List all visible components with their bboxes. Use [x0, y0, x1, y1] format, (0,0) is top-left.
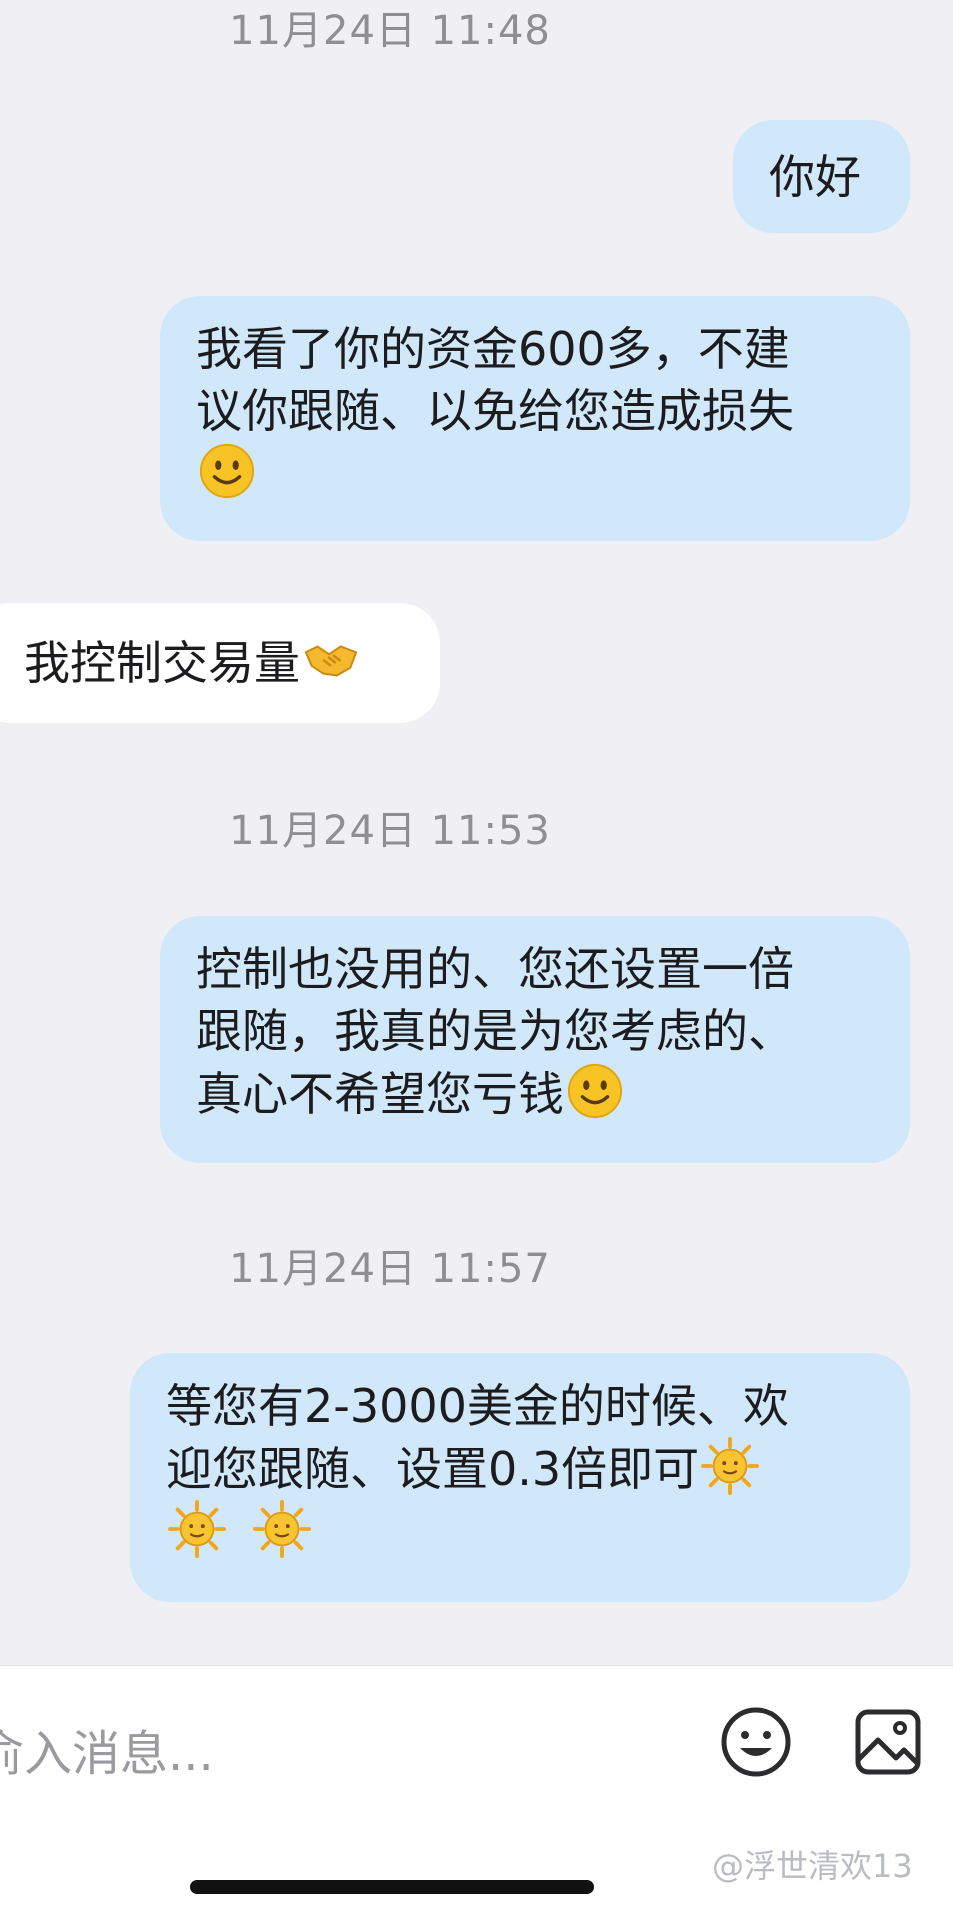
message-bubble-outgoing[interactable]: 我看了你的资金600多，不建 议你跟随、以免给您造成损失 — [160, 296, 910, 541]
image-icon — [855, 1709, 921, 1775]
message-bubble-outgoing[interactable]: 等您有2-3000美金的时候、欢 迎您跟随、设置0.3倍即可 — [130, 1353, 910, 1602]
watermark: @浮世清欢13 — [712, 1847, 913, 1885]
sun-with-face-icon — [252, 1500, 311, 1558]
timestamp: 11月24日 11:53 — [229, 808, 551, 854]
message-text: 我看了你的资金600多，不建 — [196, 322, 790, 376]
message-text: 等您有2-3000美金的时候、欢 — [166, 1379, 789, 1433]
emoji-button[interactable] — [716, 1702, 796, 1782]
message-bubble-outgoing[interactable]: 控制也没用的、您还设置一倍 跟随，我真的是为您考虑的、 真心不希望您亏钱 — [160, 916, 910, 1163]
message-text: 跟随，我真的是为您考虑的、 — [196, 1004, 794, 1058]
message-text: 迎您跟随、设置0.3倍即可 — [166, 1442, 700, 1496]
message-text: 议你跟随、以免给您造成损失 — [196, 384, 794, 438]
smiley-face-icon — [721, 1707, 791, 1777]
sun-with-face-icon — [168, 1500, 226, 1558]
message-input[interactable]: 俞入消息... — [0, 1714, 214, 1784]
slightly-smiling-face-icon — [566, 1062, 624, 1120]
sun-with-face-icon — [701, 1437, 760, 1495]
message-text: 我控制交易量 — [24, 636, 300, 690]
home-indicator[interactable] — [190, 1880, 594, 1894]
timestamp: 11月24日 11:57 — [229, 1246, 551, 1292]
slightly-smiling-face-icon — [198, 442, 256, 500]
message-bubble-outgoing[interactable]: 你好 — [733, 120, 910, 233]
timestamp: 11月24日 11:48 — [229, 8, 551, 54]
handshake-icon — [302, 631, 360, 689]
chat-area[interactable]: 11月24日 11:48 你好 我看了你的资金600多，不建 议你跟随、以免给您… — [0, 0, 953, 1665]
message-text: 控制也没用的、您还设置一倍 — [196, 942, 794, 996]
message-bubble-incoming[interactable]: 我控制交易量 — [0, 603, 440, 723]
image-button[interactable] — [848, 1702, 928, 1782]
message-text: 你好 — [769, 150, 861, 204]
message-text: 真心不希望您亏钱 — [196, 1067, 564, 1121]
